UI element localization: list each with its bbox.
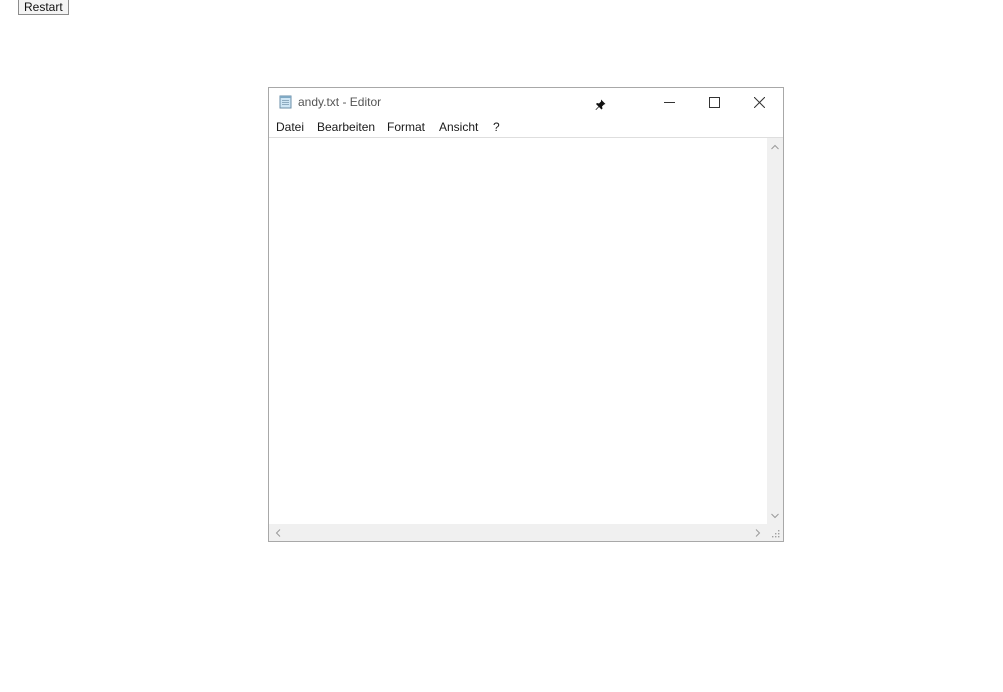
scroll-down-arrow-icon[interactable] xyxy=(771,513,779,519)
minimize-icon xyxy=(664,102,675,103)
vertical-scrollbar[interactable] xyxy=(767,137,783,524)
window-title: andy.txt - Editor xyxy=(298,95,382,109)
scroll-right-arrow-icon[interactable] xyxy=(755,529,761,537)
text-editor-area[interactable] xyxy=(269,137,767,524)
menu-help[interactable]: ? xyxy=(493,120,500,134)
menu-format[interactable]: Format xyxy=(387,120,425,134)
editor-window: andy.txt - Editor Datei Bearbeiten Forma… xyxy=(268,87,784,542)
title-bar[interactable]: andy.txt - Editor xyxy=(269,88,783,117)
horizontal-scrollbar[interactable] xyxy=(269,524,767,541)
close-icon xyxy=(754,97,765,108)
close-button[interactable] xyxy=(737,88,782,117)
pin-icon[interactable] xyxy=(595,97,606,110)
scroll-left-arrow-icon[interactable] xyxy=(275,529,281,537)
resize-grip-icon[interactable] xyxy=(767,524,783,541)
menu-bar: Datei Bearbeiten Format Ansicht ? xyxy=(269,117,783,137)
minimize-button[interactable] xyxy=(647,88,692,117)
menu-bearbeiten[interactable]: Bearbeiten xyxy=(317,120,375,134)
maximize-button[interactable] xyxy=(692,88,737,117)
maximize-icon xyxy=(709,97,720,108)
scroll-up-arrow-icon[interactable] xyxy=(771,144,779,150)
menu-ansicht[interactable]: Ansicht xyxy=(439,120,478,134)
menu-datei[interactable]: Datei xyxy=(276,120,304,134)
notepad-icon xyxy=(278,95,293,109)
restart-button[interactable]: Restart xyxy=(18,0,69,15)
